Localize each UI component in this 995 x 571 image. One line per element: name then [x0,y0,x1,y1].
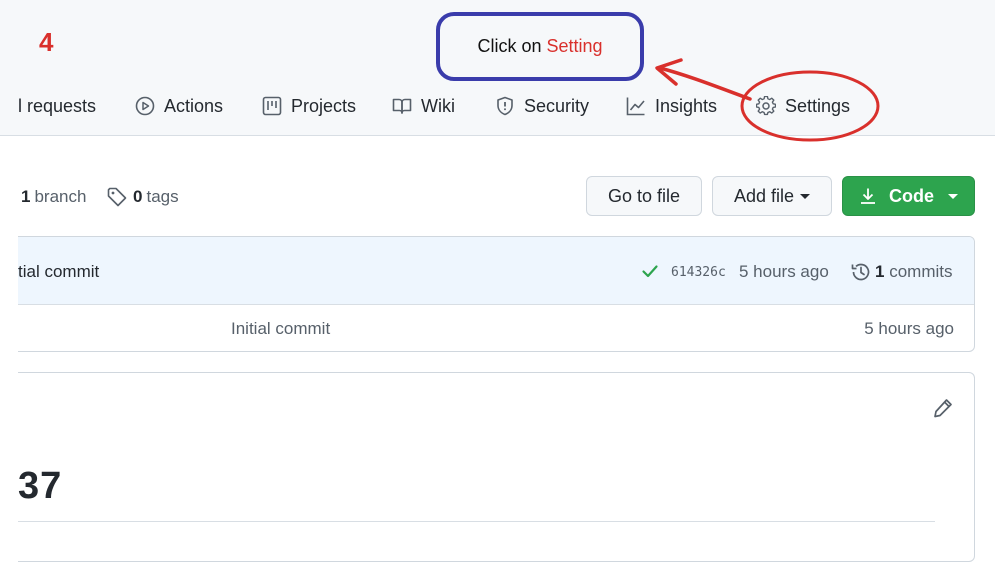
shield-icon [497,96,513,116]
graph-icon [626,97,645,116]
tab-security[interactable]: Security [495,92,589,120]
tag-label: tags [146,187,179,206]
tab-settings[interactable]: Settings [756,92,850,120]
callout-highlight: Setting [546,36,603,56]
commits-label: commits [889,262,953,281]
go-to-file-label: Go to file [607,185,681,206]
pencil-icon[interactable] [932,397,954,419]
tab-label: Insights [655,95,718,116]
commits-count-value: 1 [875,262,885,281]
tab-projects[interactable]: Projects [262,92,356,120]
file-row: Initial commit 5 hours ago [18,304,974,351]
branch-count-value: 1 [21,187,31,206]
readme-panel: 37 [18,372,975,562]
play-icon [135,96,155,116]
file-commit-time: 5 hours ago [864,319,954,338]
gear-icon [756,96,776,116]
tag-count[interactable]: 0 tags [107,184,179,210]
instruction-callout: Click on Setting [436,12,644,81]
code-label: Code [889,185,934,206]
code-button[interactable]: Code [842,176,975,216]
tab-insights[interactable]: Insights [626,92,717,120]
caret-down-icon [948,193,958,199]
tab-label: Settings [785,95,851,116]
commit-sha[interactable]: 614326c [671,265,726,280]
file-browser: tial commit 614326c 5 hours ago 1 commit… [18,236,975,352]
tag-icon [107,187,127,207]
caret-down-icon [800,193,811,199]
callout-prefix: Click on [477,36,542,56]
history-icon[interactable] [850,261,872,283]
tab-label: Security [524,95,590,116]
commits-link[interactable]: 1 commits [875,262,952,282]
tab-label: l requests [18,95,97,116]
go-to-file-button[interactable]: Go to file [586,176,702,216]
tab-label: Actions [164,95,224,116]
file-commit-message[interactable]: Initial commit [231,319,330,339]
project-icon [262,96,282,116]
step-number: 4 [39,27,54,57]
branch-count[interactable]: 1 branch [21,184,86,210]
tab-pull-requests[interactable]: l requests [18,92,96,120]
add-file-button[interactable]: Add file [712,176,832,216]
add-file-label: Add file [733,185,795,206]
check-icon[interactable] [640,261,660,281]
latest-commit-bar: tial commit 614326c 5 hours ago 1 commit… [18,237,974,305]
tab-actions[interactable]: Actions [135,92,223,120]
tag-count-value: 0 [133,187,143,206]
download-icon [861,188,875,204]
readme-heading: 37 [18,465,63,507]
heading-divider [18,521,935,522]
branch-label: branch [34,187,87,206]
book-icon [392,98,412,114]
tab-wiki[interactable]: Wiki [392,92,455,120]
latest-commit-message[interactable]: tial commit [18,262,99,282]
tab-label: Projects [291,95,357,116]
commit-time: 5 hours ago [739,262,829,281]
tab-label: Wiki [421,95,455,116]
